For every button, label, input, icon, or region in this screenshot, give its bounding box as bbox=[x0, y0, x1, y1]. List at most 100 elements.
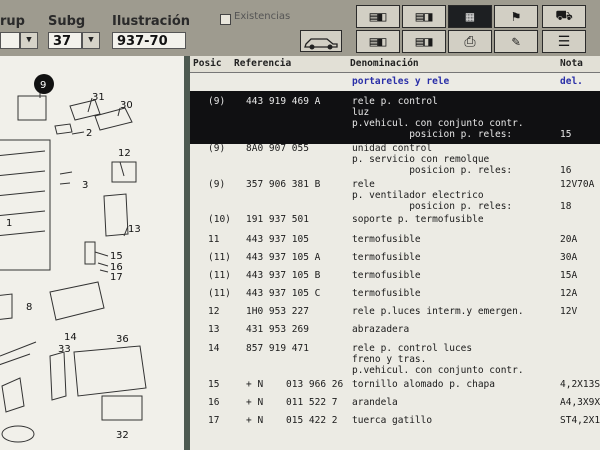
cell-referencia: 857 919 471 bbox=[246, 343, 309, 354]
toolbar-button-4[interactable]: ⚑ bbox=[494, 5, 538, 28]
cell-posic: (11) bbox=[208, 252, 231, 263]
toolbar-button-1[interactable]: ▤◧ bbox=[356, 5, 400, 28]
cell-referencia: 443 937 105 bbox=[246, 234, 309, 245]
cell-nota: 20A bbox=[560, 234, 578, 245]
cell-denominacion: rele bbox=[352, 179, 375, 190]
callout-13: 13 bbox=[128, 224, 141, 235]
cell-denominacion: abrazadera bbox=[352, 324, 410, 335]
callout-9: 9 bbox=[40, 80, 46, 91]
toolbar-button-10[interactable]: ☰ bbox=[542, 30, 586, 53]
parts-diagram[interactable]: 9 31 30 2 12 3 13 15 16 17 8 14 33 36 32… bbox=[0, 56, 184, 450]
cell-referencia: 357 906 381 B bbox=[246, 179, 321, 190]
subg-dropdown-button[interactable]: ▼ bbox=[82, 32, 100, 49]
cell-posic: (9) bbox=[208, 96, 226, 107]
section-title: portareles y rele bbox=[352, 76, 450, 87]
grid-list-icon: ▤◨ bbox=[415, 8, 433, 25]
cell-denominacion: rele p.luces interm.y emergen. bbox=[352, 306, 524, 317]
printer-icon: ⎙ bbox=[464, 33, 476, 50]
parts-table: Posic Referencia Denominación Nota porta… bbox=[190, 56, 600, 450]
subg-label: Subg bbox=[48, 14, 86, 29]
cell-denominacion: freno y tras. bbox=[352, 354, 427, 365]
cell-denominacion: soporte p. termofusible bbox=[352, 214, 484, 225]
pencil-icon: ✎ bbox=[511, 33, 521, 50]
cell-nota: 12V70A bbox=[560, 179, 595, 190]
cell-nota: 12A bbox=[560, 288, 578, 299]
top-toolbar: rup Subg Ilustración ▼ 37 ▼ 937-70 Exist… bbox=[0, 0, 600, 56]
car-grid-icon: ▦ bbox=[465, 8, 475, 25]
cell-denominacion: unidad control bbox=[352, 143, 433, 154]
toolbar-button-2[interactable]: ▤◨ bbox=[402, 5, 446, 28]
callout-12: 12 bbox=[118, 148, 131, 159]
cell-posic: (11) bbox=[208, 270, 231, 281]
cell-referencia: 431 953 269 bbox=[246, 324, 309, 335]
cell-posic: (9) bbox=[208, 143, 226, 154]
callout-1: 1 bbox=[6, 218, 12, 229]
toolbar-button-6[interactable]: ▤◧ bbox=[356, 30, 400, 53]
cell-denominacion: termofusible bbox=[352, 288, 421, 299]
cell-denominacion: p. ventilador electrico bbox=[352, 190, 484, 201]
toolbar-button-3[interactable]: ▦ bbox=[448, 5, 492, 28]
cell-nota: 12V bbox=[560, 306, 578, 317]
cell-posic: (11) bbox=[208, 288, 231, 299]
cell-position-value: 16 bbox=[560, 165, 572, 176]
callout-2: 2 bbox=[86, 128, 92, 139]
cell-referencia: + N 015 422 2 bbox=[246, 415, 338, 426]
callout-14: 14 bbox=[64, 332, 77, 343]
cell-denominacion: posicion p. reles: bbox=[352, 165, 513, 176]
callout-17: 17 bbox=[110, 272, 123, 283]
cell-denominacion: termofusible bbox=[352, 234, 421, 245]
grid-list-icon: ▤◧ bbox=[369, 8, 387, 25]
grup-label: rup bbox=[0, 14, 25, 29]
cell-referencia: 443 919 469 A bbox=[246, 96, 321, 107]
cell-denominacion: tuerca gatillo bbox=[352, 415, 433, 426]
cell-denominacion: luz bbox=[352, 107, 370, 118]
callout-3: 3 bbox=[82, 180, 88, 191]
ilustracion-label: Ilustración bbox=[112, 14, 191, 29]
toolbar-button-5[interactable]: ⛟ bbox=[542, 5, 586, 28]
arrow-page-icon: ▤◨ bbox=[415, 33, 433, 50]
cell-referencia: 443 937 105 C bbox=[246, 288, 321, 299]
cell-nota: A4,3X9X0 bbox=[560, 397, 600, 408]
cell-posic: 17 bbox=[208, 415, 220, 426]
flag-icon: ⚑ bbox=[511, 8, 521, 25]
cell-position-value: 18 bbox=[560, 201, 572, 212]
list-icon: ☰ bbox=[557, 33, 571, 50]
cell-posic: 16 bbox=[208, 397, 220, 408]
callout-31: 31 bbox=[92, 92, 105, 103]
cell-denominacion: p.vehicul. con conjunto contr. bbox=[352, 118, 524, 129]
cell-posic: 12 bbox=[208, 306, 220, 317]
cell-denominacion: tornillo alomado p. chapa bbox=[352, 379, 495, 390]
cell-posic: (10) bbox=[208, 214, 231, 225]
col-referencia: Referencia bbox=[234, 58, 292, 69]
toolbar-button-7[interactable]: ▤◨ bbox=[402, 30, 446, 53]
cell-denominacion: p.vehicul. con conjunto contr. bbox=[352, 365, 524, 376]
ilustracion-field[interactable]: 937-70 bbox=[112, 32, 186, 49]
car-icon bbox=[304, 38, 338, 50]
cell-nota: 30A bbox=[560, 252, 578, 263]
cell-posic: 11 bbox=[208, 234, 220, 245]
col-denominacion: Denominación bbox=[350, 58, 419, 69]
callout-33: 33 bbox=[58, 344, 71, 355]
callout-30: 30 bbox=[120, 100, 133, 111]
grup-dropdown-button[interactable]: ▼ bbox=[20, 32, 38, 49]
cell-referencia: + N 013 966 26 bbox=[246, 379, 344, 390]
cell-posic: 15 bbox=[208, 379, 220, 390]
callout-8: 8 bbox=[26, 302, 32, 313]
car-button[interactable] bbox=[300, 30, 342, 52]
toolbar-button-8[interactable]: ⎙ bbox=[448, 30, 492, 53]
cell-denominacion: termofusible bbox=[352, 252, 421, 263]
cell-denominacion: posicion p. reles: bbox=[352, 201, 513, 212]
cell-denominacion: rele p. control luces bbox=[352, 343, 473, 354]
subg-field[interactable]: 37 bbox=[48, 32, 82, 49]
cell-posic: 13 bbox=[208, 324, 220, 335]
cell-denominacion: p. servicio con remolque bbox=[352, 154, 490, 165]
existencias-checkbox[interactable] bbox=[220, 14, 231, 25]
cell-denominacion: posicion p. reles: bbox=[352, 129, 513, 140]
cell-referencia: 8A0 907 055 bbox=[246, 143, 309, 154]
table-header: Posic Referencia Denominación Nota bbox=[190, 56, 600, 73]
col-nota: Nota bbox=[560, 58, 583, 69]
cell-nota: 4,2X13S bbox=[560, 379, 600, 390]
cell-denominacion: rele p. control bbox=[352, 96, 438, 107]
grup-field[interactable] bbox=[0, 32, 20, 49]
toolbar-button-9[interactable]: ✎ bbox=[494, 30, 538, 53]
